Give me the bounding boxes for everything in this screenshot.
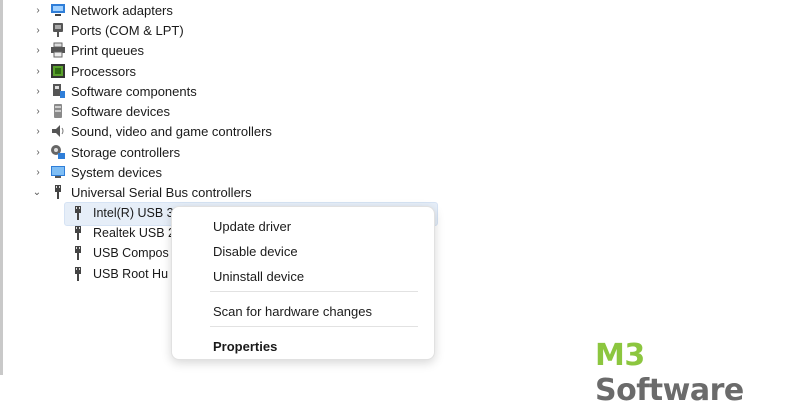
menu-item-label: Scan for hardware changes — [213, 304, 372, 319]
tree-item-label: Software devices — [71, 104, 170, 119]
menu-item-uninstall-device[interactable]: Uninstall device — [172, 265, 434, 289]
chevron-right-icon[interactable]: › — [32, 65, 44, 77]
menu-item-label: Disable device — [213, 244, 298, 259]
menu-item-disable-device[interactable]: Disable device — [172, 240, 434, 264]
tree-item-label: Software components — [71, 84, 197, 99]
context-menu: Update driver Disable device Uninstall d… — [171, 206, 435, 360]
chevron-right-icon[interactable]: › — [32, 4, 44, 16]
storage-controller-icon — [50, 144, 66, 160]
tree-item-label: Sound, video and game controllers — [71, 124, 272, 139]
menu-item-update-driver[interactable]: Update driver — [172, 215, 434, 239]
chevron-right-icon[interactable]: › — [32, 125, 44, 137]
chevron-right-icon[interactable]: › — [32, 166, 44, 178]
chevron-right-icon[interactable]: › — [32, 44, 44, 56]
tree-item-label: Network adapters — [71, 3, 173, 18]
usb-icon — [70, 266, 86, 282]
tree-item-label: Realtek USB 2 — [93, 226, 175, 240]
tree-item-label: Storage controllers — [71, 145, 181, 160]
chevron-down-icon[interactable]: ⌄ — [31, 186, 43, 198]
menu-item-label: Update driver — [213, 219, 292, 234]
software-device-icon — [50, 103, 66, 119]
menu-item-scan-hardware[interactable]: Scan for hardware changes — [172, 300, 434, 324]
brand-watermark: M3 Software — [595, 338, 800, 408]
watermark-software: Software — [595, 373, 744, 408]
tree-item-label: Intel(R) USB 3 — [93, 206, 174, 220]
software-component-icon — [50, 83, 66, 99]
tree-item-label: Universal Serial Bus controllers — [71, 185, 252, 200]
tree-item-label: System devices — [71, 165, 163, 180]
tree-item-label: Ports (COM & LPT) — [71, 23, 184, 38]
system-device-icon — [50, 164, 66, 180]
tree-item-label: Print queues — [71, 43, 144, 58]
printer-icon — [50, 42, 66, 58]
tree-item-label: USB Root Hu — [93, 267, 169, 281]
port-icon — [50, 22, 66, 38]
chevron-right-icon[interactable]: › — [32, 146, 44, 158]
watermark-m3: M3 — [595, 338, 645, 373]
usb-icon — [70, 225, 86, 241]
chevron-right-icon[interactable]: › — [32, 24, 44, 36]
menu-item-properties[interactable]: Properties — [172, 335, 434, 359]
chevron-right-icon[interactable]: › — [32, 85, 44, 97]
menu-item-label: Uninstall device — [213, 269, 305, 284]
menu-separator — [210, 291, 418, 292]
menu-item-label: Properties — [213, 339, 278, 354]
speaker-icon — [50, 123, 66, 139]
chevron-right-icon[interactable]: › — [32, 105, 44, 117]
menu-separator — [210, 326, 418, 327]
usb-icon — [70, 205, 86, 221]
network-adapter-icon — [50, 2, 66, 18]
tree-item-label: USB Compos — [93, 246, 169, 260]
usb-icon — [50, 184, 66, 200]
usb-icon — [70, 245, 86, 261]
processor-icon — [50, 63, 66, 79]
tree-item-label: Processors — [71, 64, 137, 79]
